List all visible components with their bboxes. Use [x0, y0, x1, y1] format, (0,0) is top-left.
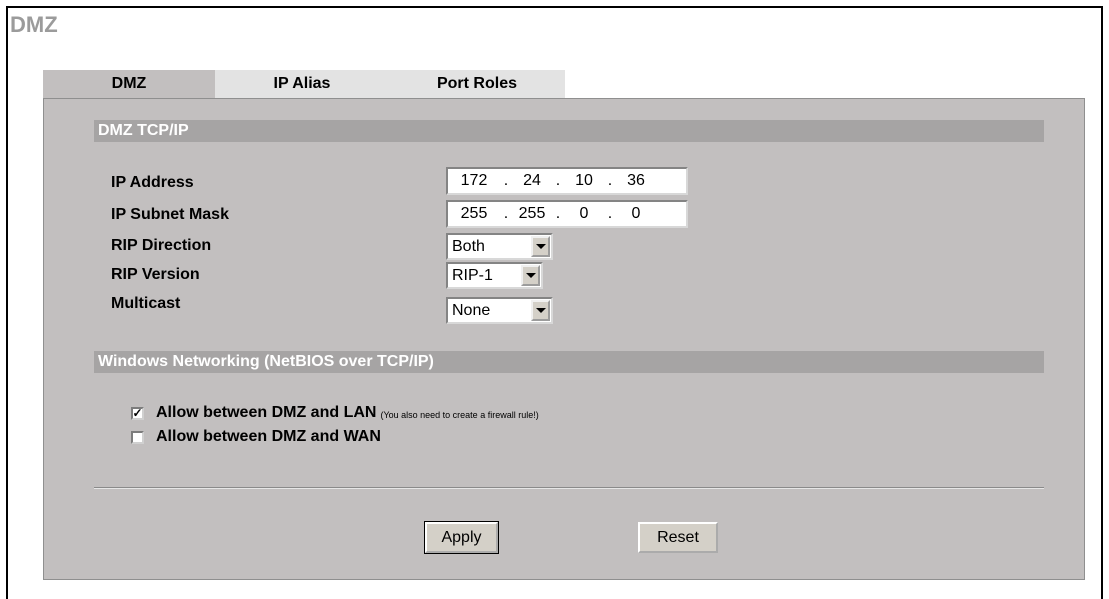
rip-direction-select[interactable]: Both [446, 233, 553, 260]
section-header-netbios: Windows Networking (NetBIOS over TCP/IP) [94, 351, 1044, 373]
section-header-tcpip: DMZ TCP/IP [94, 120, 1044, 142]
octet-separator: . [607, 205, 613, 222]
firewall-rule-note: (You also need to create a firewall rule… [380, 409, 539, 420]
rip-version-label: RIP Version [111, 266, 200, 283]
octet-separator: . [503, 172, 509, 189]
allow-dmz-wan-checkbox[interactable] [131, 430, 144, 444]
tab-dmz[interactable]: DMZ [43, 70, 215, 98]
ip-octet-4: 36 [627, 172, 645, 189]
mask-octet-1: 255 [460, 205, 488, 222]
rip-direction-label: RIP Direction [111, 237, 212, 254]
rip-version-value: RIP-1 [452, 266, 493, 284]
reset-button[interactable]: Reset [638, 522, 718, 553]
tab-port-roles[interactable]: Port Roles [389, 70, 565, 98]
tab-label: IP Alias [273, 75, 331, 92]
allow-dmz-wan-label: Allow between DMZ and WAN [156, 428, 381, 445]
multicast-label: Multicast [111, 295, 181, 312]
apply-button[interactable]: Apply [424, 521, 499, 554]
divider [94, 487, 1044, 489]
allow-dmz-lan-row: ✓ Allow between DMZ and LAN (You also ne… [131, 404, 539, 422]
allow-dmz-lan-label: Allow between DMZ and LAN [156, 404, 377, 421]
ip-octet-2: 24 [523, 172, 541, 189]
octet-separator: . [607, 172, 613, 189]
mask-octet-3: 0 [579, 205, 589, 222]
tab-label: DMZ [111, 75, 147, 92]
allow-dmz-lan-checkbox[interactable]: ✓ [131, 406, 144, 420]
ip-address-field[interactable]: 172 . 24 . 10 . 36 [446, 167, 688, 195]
multicast-select[interactable]: None [446, 297, 553, 324]
ip-octet-3: 10 [575, 172, 593, 189]
rip-version-select[interactable]: RIP-1 [446, 262, 543, 289]
page-title: DMZ [10, 12, 58, 37]
ip-octet-1: 172 [460, 172, 488, 189]
mask-octet-4: 0 [631, 205, 641, 222]
dropdown-arrow-icon[interactable] [531, 236, 550, 257]
subnet-mask-label: IP Subnet Mask [111, 206, 229, 223]
dropdown-arrow-icon[interactable] [521, 265, 540, 286]
ip-address-label: IP Address [111, 174, 194, 191]
tab-label: Port Roles [436, 75, 517, 92]
tab-ip-alias[interactable]: IP Alias [215, 70, 389, 98]
subnet-mask-field[interactable]: 255 . 255 . 0 . 0 [446, 200, 688, 228]
rip-direction-value: Both [452, 237, 485, 255]
multicast-value: None [452, 301, 491, 319]
dropdown-arrow-icon[interactable] [531, 300, 550, 321]
octet-separator: . [555, 172, 561, 189]
allow-dmz-wan-row: Allow between DMZ and WAN [131, 428, 381, 446]
octet-separator: . [555, 205, 561, 222]
octet-separator: . [503, 205, 509, 222]
mask-octet-2: 255 [518, 205, 546, 222]
